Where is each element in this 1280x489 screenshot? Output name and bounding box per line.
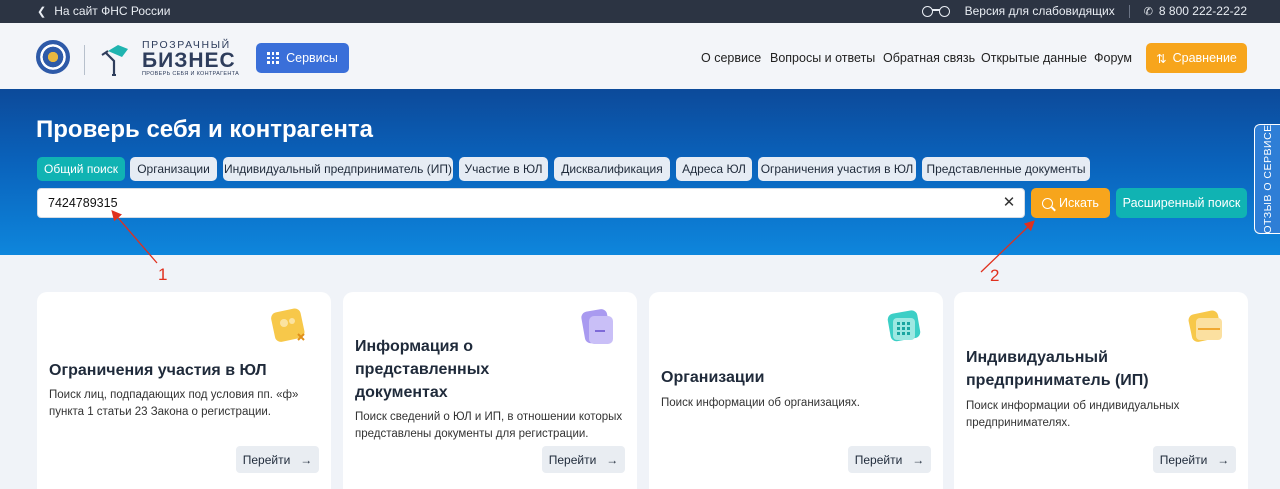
nav-faq[interactable]: Вопросы и ответы bbox=[770, 51, 875, 65]
go-button-label: Перейти bbox=[548, 452, 597, 467]
go-button[interactable]: Перейти → bbox=[542, 446, 625, 473]
annotation-label-2: 2 bbox=[990, 266, 1000, 285]
card-restrictions[interactable]: Ограничения участия в ЮЛ Поиск лиц, подп… bbox=[37, 292, 331, 489]
tab-participation[interactable]: Участие в ЮЛ bbox=[459, 157, 548, 181]
phone-number[interactable]: 8 800 222-22-22 bbox=[1159, 4, 1247, 18]
go-button-label: Перейти bbox=[242, 452, 291, 467]
arrow-right-icon: → bbox=[1217, 452, 1230, 467]
card-description: Поиск сведений о ЮЛ и ИП, в отношении ко… bbox=[355, 411, 623, 440]
search-icon bbox=[1042, 197, 1054, 209]
card-title: Информация о представленных документах bbox=[355, 338, 490, 401]
compare-button-label: Сравнение bbox=[1172, 51, 1237, 65]
top-bar: ❮ На сайт ФНС России Версия для слабовид… bbox=[0, 0, 1280, 23]
arrow-right-icon: → bbox=[606, 452, 619, 467]
phone-icon: ✆ bbox=[1143, 5, 1153, 18]
clear-icon[interactable]: ✕ bbox=[1001, 193, 1017, 213]
brand-logo[interactable]: ПРОЗРАЧНЫЙ БИЗНЕС ПРОВЕРЬ СЕБЯ И КОНТРАГ… bbox=[142, 39, 239, 78]
documents-icon bbox=[581, 309, 613, 344]
fns-site-link[interactable]: ❮ На сайт ФНС России bbox=[37, 4, 170, 18]
restriction-icon bbox=[271, 308, 305, 342]
organization-icon bbox=[887, 310, 921, 342]
card-description: Поиск информации об индивидуальных предп… bbox=[966, 400, 1180, 429]
brand-line-2: БИЗНЕС bbox=[142, 49, 236, 72]
header: ПРОЗРАЧНЫЙ БИЗНЕС ПРОВЕРЬ СЕБЯ И КОНТРАГ… bbox=[0, 23, 1280, 89]
fns-site-link-label: На сайт ФНС России bbox=[54, 4, 171, 18]
chevron-left-icon: ❮ bbox=[37, 5, 47, 18]
annotation-label-1: 1 bbox=[158, 265, 168, 284]
search-input[interactable] bbox=[37, 188, 1025, 218]
divider bbox=[1128, 4, 1130, 18]
card-title: Индивидуальный предприниматель (ИП) bbox=[966, 349, 1149, 389]
low-vision-link[interactable]: Версия для слабовидящих bbox=[965, 4, 1115, 18]
feedback-tab[interactable]: ОТЗЫВ О СЕРВИСЕ bbox=[1254, 124, 1280, 234]
logo-divider bbox=[84, 45, 85, 75]
tab-general-search[interactable]: Общий поиск bbox=[37, 157, 125, 181]
go-button[interactable]: Перейти → bbox=[236, 446, 319, 473]
tab-organizations[interactable]: Организации bbox=[130, 157, 217, 181]
nav-forum[interactable]: Форум bbox=[1094, 51, 1132, 65]
compare-icon: ⇅ bbox=[1156, 51, 1167, 66]
services-button-label: Сервисы bbox=[286, 51, 338, 65]
tab-entrepreneur[interactable]: Индивидуальный предприниматель (ИП) bbox=[223, 157, 453, 181]
grid-icon bbox=[267, 52, 279, 64]
nav-about[interactable]: О сервисе bbox=[701, 51, 761, 65]
card-title: Ограничения участия в ЮЛ bbox=[49, 362, 267, 379]
card-description: Поиск лиц, подпадающих под условия пп. «… bbox=[49, 389, 299, 418]
card-description: Поиск информации об организациях. bbox=[661, 397, 860, 409]
search-button[interactable]: Искать bbox=[1031, 188, 1110, 218]
tab-restrictions[interactable]: Ограничения участия в ЮЛ bbox=[758, 157, 916, 181]
arrow-right-icon: → bbox=[300, 452, 313, 467]
advanced-search-button[interactable]: Расширенный поиск bbox=[1116, 188, 1247, 218]
go-button[interactable]: Перейти → bbox=[1153, 446, 1236, 473]
card-organizations[interactable]: Организации Поиск информации об организа… bbox=[649, 292, 943, 489]
arrow-right-icon: → bbox=[912, 452, 925, 467]
go-button[interactable]: Перейти → bbox=[848, 446, 931, 473]
brand-line-3: ПРОВЕРЬ СЕБЯ И КОНТРАГЕНТА bbox=[142, 71, 240, 77]
nav-feedback[interactable]: Обратная связь bbox=[883, 51, 975, 65]
fns-emblem-logo[interactable] bbox=[36, 40, 70, 74]
services-button[interactable]: Сервисы bbox=[256, 43, 349, 73]
tab-documents[interactable]: Представленные документы bbox=[922, 157, 1090, 181]
feedback-tab-label: ОТЗЫВ О СЕРВИСЕ bbox=[1261, 124, 1274, 234]
page-title: Проверь себя и контрагента bbox=[36, 116, 373, 143]
card-documents[interactable]: Информация о представленных документах П… bbox=[343, 292, 637, 489]
lamp-logo-icon bbox=[101, 45, 128, 76]
compare-button[interactable]: ⇅ Сравнение bbox=[1146, 43, 1247, 73]
card-title: Организации bbox=[661, 369, 765, 386]
nav-open-data[interactable]: Открытые данные bbox=[981, 51, 1087, 65]
card-entrepreneur[interactable]: Индивидуальный предприниматель (ИП) Поис… bbox=[954, 292, 1248, 489]
tab-addresses[interactable]: Адреса ЮЛ bbox=[676, 157, 752, 181]
go-button-label: Перейти bbox=[1159, 452, 1208, 467]
go-button-label: Перейти bbox=[854, 452, 903, 467]
entrepreneur-icon bbox=[1188, 310, 1222, 342]
search-button-label: Искать bbox=[1059, 196, 1099, 210]
glasses-icon[interactable] bbox=[921, 4, 951, 18]
tab-disqualification[interactable]: Дисквалификация bbox=[554, 157, 670, 181]
